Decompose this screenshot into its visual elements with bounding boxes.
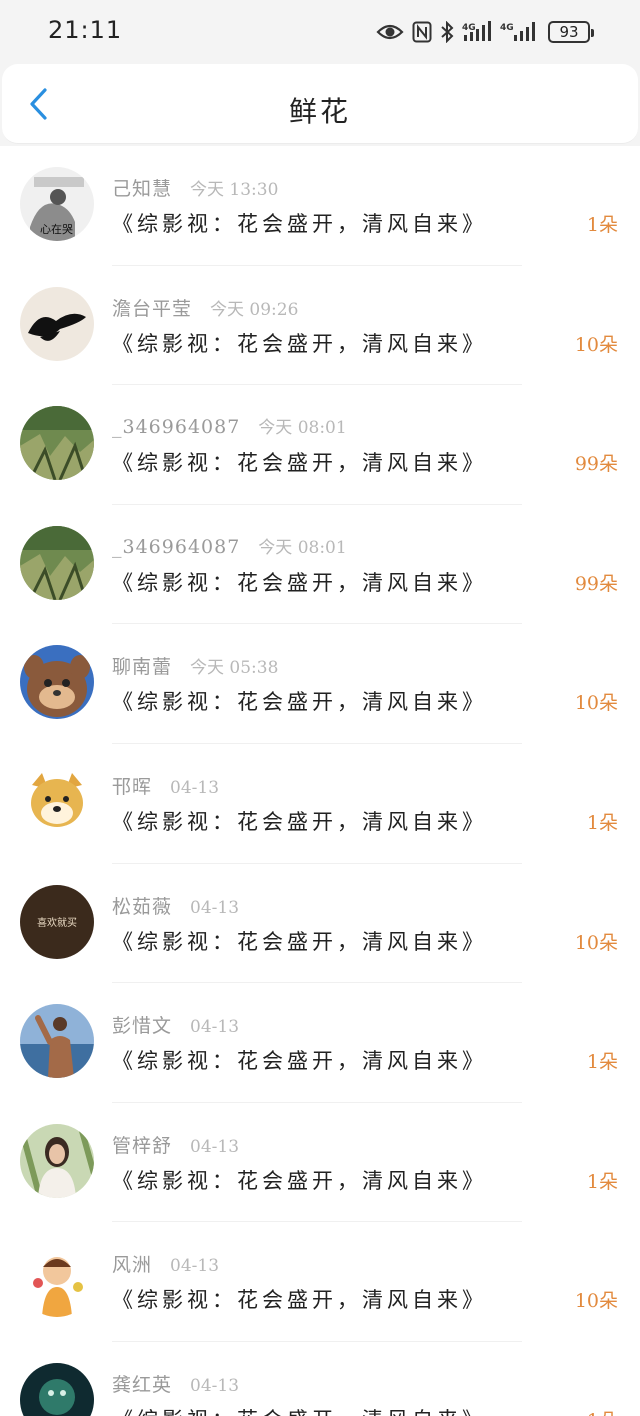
- gift-title[interactable]: 《综影视：花会盛开，清风自来》: [112, 328, 487, 358]
- battery-indicator: 93: [548, 21, 594, 43]
- avatar[interactable]: [20, 1004, 94, 1079]
- gift-time: 今天 13:30: [190, 180, 279, 200]
- page-title: 鲜花: [288, 95, 351, 128]
- gift-time: 04-13: [190, 1375, 240, 1396]
- list-item[interactable]: 风洲 04-13 《综影视：花会盛开，清风自来》 10朵: [0, 1222, 640, 1342]
- list-item[interactable]: 喜欢就买 松茹薇 04-13 《综影视：花会盛开，清风自来》 10朵: [0, 864, 640, 984]
- svg-text:心在哭: 心在哭: [40, 223, 73, 236]
- flower-count: 10朵: [574, 692, 618, 715]
- gift-title[interactable]: 《综影视：花会盛开，清风自来》: [112, 686, 487, 716]
- gift-title[interactable]: 《综影视：花会盛开，清风自来》: [112, 926, 487, 956]
- avatar[interactable]: [20, 1362, 94, 1416]
- user-name: 邗晖 04-13: [112, 775, 220, 798]
- gift-title[interactable]: 《综影视：花会盛开，清风自来》: [112, 567, 487, 597]
- list-item[interactable]: 聊南蕾 今天 05:38 《综影视：花会盛开，清风自来》 10朵: [0, 624, 640, 744]
- nfc-icon: [412, 21, 432, 43]
- svg-text:4G: 4G: [462, 23, 476, 33]
- list-item[interactable]: 彭惜文 04-13 《综影视：花会盛开，清风自来》 1朵: [0, 983, 640, 1103]
- user-name: 管梓舒 04-13: [112, 1134, 240, 1157]
- flower-count: 99朵: [574, 453, 618, 476]
- gift-time: 04-13: [190, 1017, 240, 1038]
- flower-count: 1朵: [587, 1406, 618, 1416]
- gift-title[interactable]: 《综影视：花会盛开，清风自来》: [112, 208, 487, 238]
- list-item[interactable]: 邗晖 04-13 《综影视：花会盛开，清风自来》 1朵: [0, 744, 640, 864]
- user-name: 彭惜文 04-13: [112, 1015, 240, 1038]
- list-item[interactable]: 龚红英04-13 《综影视：花会盛开，清风自来》 1朵: [0, 1342, 640, 1416]
- flower-gift-list[interactable]: 心在哭 己知慧 今天 13:30 《综影视：花会盛开，清风自来》 1朵 澹台平莹今…: [0, 146, 640, 1416]
- status-time: 21:11: [48, 16, 123, 44]
- gift-title[interactable]: 《综影视：花会盛开，清风自来》: [112, 1404, 487, 1416]
- user-name: _346964087 今天 08:01: [112, 535, 347, 558]
- user-name: 己知慧 今天 13:30: [112, 178, 279, 200]
- avatar[interactable]: [20, 406, 94, 481]
- flower-count: 1朵: [586, 1051, 618, 1074]
- gift-time: 04-13: [170, 1256, 220, 1277]
- signal-icon-2: 4G: [500, 21, 540, 43]
- list-item[interactable]: _346964087 今天 08:01 《综影视：花会盛开，清风自来》 99朵: [0, 505, 640, 625]
- svg-text:喜欢就买: 喜欢就买: [37, 916, 77, 929]
- user-name: 松茹薇 04-13: [112, 895, 240, 918]
- gift-time: 04-13: [170, 777, 220, 798]
- avatar[interactable]: [20, 1123, 94, 1198]
- flower-count: 1朵: [586, 811, 618, 834]
- gift-time: 04-13: [190, 897, 240, 918]
- avatar[interactable]: [20, 286, 94, 361]
- gift-time: 今天 05:38: [190, 658, 279, 679]
- gift-title[interactable]: 《综影视：花会盛开，清风自来》: [112, 1045, 487, 1075]
- flower-count: 1朵: [586, 214, 618, 236]
- flower-count: 99朵: [574, 572, 618, 595]
- gift-time: 今天 09:26: [210, 299, 299, 320]
- signal-icon-1: 4G: [462, 21, 492, 43]
- gift-title[interactable]: 《综影视：花会盛开，清风自来》: [112, 447, 487, 477]
- user-name: 澹台平莹 今天 09:26: [112, 297, 299, 320]
- flower-count: 10朵: [574, 333, 618, 356]
- avatar[interactable]: [20, 764, 94, 839]
- user-name: 聊南蕾 今天 05:38: [112, 656, 279, 679]
- avatar[interactable]: 心在哭: [20, 167, 94, 241]
- gift-title[interactable]: 《综影视：花会盛开，清风自来》: [112, 1284, 487, 1314]
- avatar[interactable]: [20, 645, 94, 720]
- list-item[interactable]: 管梓舒 04-13 《综影视：花会盛开，清风自来》 1朵: [0, 1103, 640, 1223]
- gift-title[interactable]: 《综影视：花会盛开，清风自来》: [112, 1165, 487, 1195]
- status-bar: 21:11 4G 4G 93: [0, 0, 640, 64]
- list-item[interactable]: 心在哭 己知慧 今天 13:30 《综影视：花会盛开，清风自来》 1朵: [0, 146, 640, 266]
- user-name: 风洲 04-13: [112, 1254, 220, 1277]
- svg-text:4G: 4G: [500, 23, 514, 33]
- header: 鲜花: [2, 64, 638, 144]
- user-name: 龚红英 04-13: [112, 1373, 240, 1396]
- avatar[interactable]: [20, 1243, 94, 1318]
- gift-time: 04-13: [190, 1136, 240, 1157]
- gift-title[interactable]: 《综影视：花会盛开，清风自来》: [112, 806, 487, 836]
- status-icons: 4G 4G 93: [376, 18, 594, 46]
- flower-count: 10朵: [574, 1290, 618, 1313]
- bluetooth-icon: [440, 21, 454, 43]
- list-item[interactable]: _346964087 今天 08:01 《综影视：花会盛开，清风自来》 99朵: [0, 385, 640, 505]
- eye-icon: [376, 22, 404, 42]
- flower-count: 10朵: [574, 931, 618, 954]
- gift-time: 今天 08:01: [258, 418, 347, 439]
- list-item[interactable]: 澹台平莹 今天 09:26 《综影视：花会盛开，清风自来》 10朵: [0, 266, 640, 386]
- user-name: _346964087 今天 08:01: [112, 416, 347, 439]
- flower-count: 1朵: [586, 1170, 618, 1193]
- avatar[interactable]: 喜欢就买: [20, 884, 94, 959]
- gift-time: 今天 08:01: [258, 537, 347, 558]
- avatar[interactable]: [20, 525, 94, 600]
